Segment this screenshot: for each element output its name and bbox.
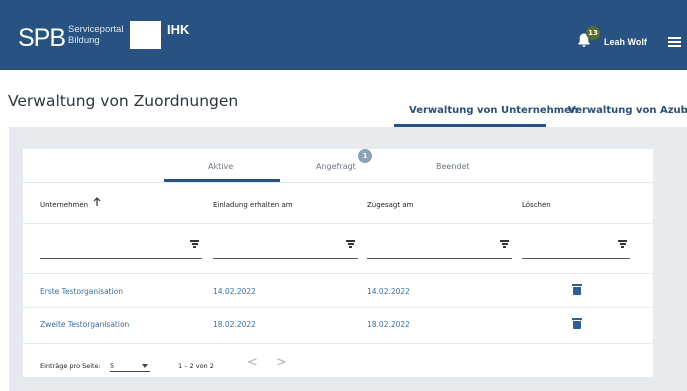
filter-icon[interactable] [618, 240, 627, 248]
filter-input-zugesagt[interactable] [367, 258, 512, 259]
column-header-unternehmen[interactable]: Unternehmen [40, 201, 88, 209]
logo[interactable]: SPB [18, 24, 66, 53]
column-header-einladung[interactable]: Einladung erhalten am [213, 201, 293, 209]
filter-input-einladung[interactable] [213, 258, 358, 259]
trash-icon[interactable] [572, 284, 582, 295]
logo-subtitle-line1: Serviceportal [68, 24, 124, 35]
column-header-zugesagt[interactable]: Zugesagt am [367, 201, 413, 209]
filter-input-unternehmen[interactable] [40, 258, 202, 259]
logo-subtitle: Serviceportal Bildung [68, 24, 123, 46]
filter-icon[interactable] [500, 240, 509, 248]
tab-unternehmen[interactable]: Verwaltung von Unternehmen [409, 105, 578, 116]
page-range: 1 – 2 von 2 [178, 362, 214, 370]
logo-subtitle-line2: Bildung [68, 35, 100, 46]
divider [23, 307, 653, 308]
divider [23, 182, 653, 183]
row-company-link[interactable]: Zweite Testorganisation [40, 320, 129, 329]
page-size-value: 5 [110, 362, 115, 370]
page-size-select[interactable]: 5 [110, 359, 150, 372]
filter-input-loeschen[interactable] [522, 258, 630, 259]
notification-badge: 13 [586, 26, 600, 40]
page-size-label: Einträge pro Seite: [40, 362, 101, 370]
divider [23, 273, 653, 274]
user-name[interactable]: Leah Wolf [604, 37, 647, 47]
ihk-logo-label: IHK [161, 21, 201, 49]
row-accepted-date: 14.02.2022 [367, 287, 410, 296]
row-invited-date: 14.02.2022 [213, 287, 256, 296]
chevron-down-icon [142, 364, 148, 368]
row-accepted-date: 18.02.2022 [367, 320, 410, 329]
trash-icon[interactable] [572, 318, 582, 329]
arrow-up-icon[interactable] [93, 197, 101, 207]
column-header-loeschen: Löschen [522, 201, 551, 209]
subtab-angefragt[interactable]: Angefragt [316, 162, 356, 171]
prev-page-button[interactable]: < [247, 355, 258, 370]
row-invited-date: 18.02.2022 [213, 320, 256, 329]
divider [23, 343, 653, 344]
divider [23, 223, 653, 224]
filter-icon[interactable] [190, 240, 199, 248]
page-title: Verwaltung von Zuordnungen [8, 92, 239, 110]
subtab-angefragt-badge: 1 [358, 149, 372, 163]
menu-icon[interactable] [668, 37, 681, 47]
tab-azubis[interactable]: Verwaltung von Azubis [568, 105, 687, 116]
next-page-button[interactable]: > [276, 355, 287, 370]
row-company-link[interactable]: Erste Testorganisation [40, 287, 123, 296]
filter-icon[interactable] [346, 240, 355, 248]
subtab-aktive[interactable]: Aktive [208, 162, 233, 171]
subtab-beendet[interactable]: Beendet [436, 162, 470, 171]
